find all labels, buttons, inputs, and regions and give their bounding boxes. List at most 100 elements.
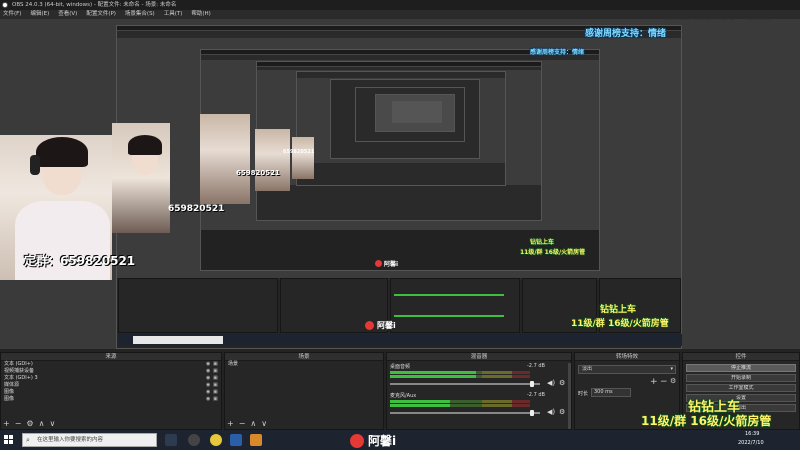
source-item-label: 视频捕获设备 [4, 368, 35, 374]
nested-webcam-4 [292, 137, 314, 179]
audio-meter [390, 400, 530, 403]
add-transition-icon[interactable]: + [650, 377, 658, 387]
volume-knob[interactable] [530, 381, 534, 387]
preview-canvas[interactable]: 感谢周榜支持：情绪 感谢周榜支持：情绪 感谢周榜支持：情绪 定群：6598205… [0, 19, 800, 349]
eye-icon[interactable]: ◉ [206, 390, 211, 395]
studio-mode-button[interactable]: 工作室模式 [686, 384, 796, 392]
scene-down-icon[interactable]: ∨ [261, 419, 267, 428]
menu-scene-collection[interactable]: 场景集合(S) [125, 10, 155, 19]
move-down-icon[interactable]: ∨ [49, 419, 55, 428]
transitions-dock-title: 转场特效 [575, 353, 679, 361]
source-settings-icon[interactable]: ⚙ [26, 419, 33, 428]
streamer-logo-icon-main [350, 433, 364, 448]
lock-icon[interactable]: ▣ [213, 390, 218, 395]
nested-preview-frame-8 [392, 101, 442, 123]
streamer-logo-icon [365, 321, 374, 330]
sources-dock: 来源 文本 (GDI+) ◉ ▣ 视频捕获设备 ◉ ▣ 文本 (GDI+) 3 ◉ ▣ 媒体… [0, 352, 222, 430]
transition-select[interactable]: 淡出 ▾ [578, 365, 676, 374]
controls-dock-title: 控件 [683, 353, 799, 361]
app-taskbar-icon-1[interactable] [210, 434, 222, 446]
streamer-name-echo: 阿馨i [377, 321, 396, 330]
remove-transition-icon[interactable]: − [660, 377, 668, 387]
task-view-icon[interactable] [165, 434, 177, 446]
mixer-dock: 混音器 桌面音频 -2.7 dB ◀) ⚙ 麦克风/Aux -2.7 dB ◀)… [386, 352, 572, 430]
source-item[interactable]: 图像 ◉ ▣ [1, 396, 221, 403]
eye-icon[interactable]: ◉ [206, 397, 211, 402]
volume-slider[interactable] [390, 410, 540, 416]
source-item[interactable]: 文本 (GDI+) ◉ ▣ [1, 361, 221, 368]
group-number-echo-2: 659820521 [236, 169, 280, 177]
taskbar-search-input[interactable]: ⌕ 在这里输入你要搜索的内容 [22, 433, 157, 447]
clock-date[interactable]: 2022/7/10 [738, 440, 764, 446]
mixer-track-desktop: 桌面音频 -2.7 dB ◀) ⚙ [387, 363, 571, 390]
source-item[interactable]: 视频捕获设备 ◉ ▣ [1, 368, 221, 375]
gear-icon[interactable]: ⚙ [559, 408, 565, 416]
eye-icon[interactable]: ◉ [206, 369, 211, 374]
move-up-icon[interactable]: ∧ [39, 419, 45, 428]
nested-webcam-2 [200, 114, 250, 204]
streamer-name-echo-2: 阿馨i [384, 261, 399, 268]
source-item[interactable]: 文本 (GDI+) 3 ◉ ▣ [1, 375, 221, 382]
streamer-name: 阿馨i [368, 434, 397, 448]
obs-taskbar-icon[interactable] [188, 434, 200, 446]
duration-input[interactable]: 300 ms [591, 388, 631, 397]
audio-meter [390, 375, 530, 378]
scene-item[interactable]: 场景 [225, 361, 383, 368]
taskbar: ⌕ 在这里输入你要搜索的内容 阿馨i 16:39 2022/7/10 [0, 430, 800, 450]
start-recording-button[interactable]: 开始录制 [686, 374, 796, 382]
scene-up-icon[interactable]: ∧ [250, 419, 256, 428]
volume-slider[interactable] [390, 381, 540, 387]
add-source-icon[interactable]: + [3, 419, 10, 428]
add-scene-icon[interactable]: + [227, 419, 234, 428]
menu-help[interactable]: 帮助(H) [191, 10, 210, 19]
promo-overlay-echo2-line2: 11级/群 16级/火箭房管 [520, 249, 586, 256]
transition-settings-icon[interactable]: ⚙ [670, 377, 676, 385]
menu-edit[interactable]: 编辑(E) [30, 10, 49, 19]
eye-icon[interactable]: ◉ [206, 383, 211, 388]
duration-label: 时长 [578, 391, 589, 397]
menu-tools[interactable]: 工具(T) [164, 10, 183, 19]
eye-icon[interactable]: ◉ [206, 362, 211, 367]
lock-icon[interactable]: ▣ [213, 383, 218, 388]
speaker-icon[interactable]: ◀) [547, 408, 555, 416]
lock-icon[interactable]: ▣ [213, 369, 218, 374]
lock-icon[interactable]: ▣ [213, 397, 218, 402]
streamer-badge: 阿馨i [350, 432, 396, 449]
webcam-echo [112, 123, 170, 233]
promo-overlay-echo-line2: 11级/群 16级/火箭房管 [571, 319, 669, 329]
streamer-badge-echo-2: 阿馨i [375, 259, 398, 268]
menu-profile[interactable]: 配置文件(P) [86, 10, 116, 19]
promo-overlay-echo-line1: 钻钻上车 [600, 305, 637, 315]
thanks-overlay-echo: 感谢周榜支持：情绪 [585, 29, 667, 39]
lock-icon[interactable]: ▣ [213, 362, 218, 367]
transition-selected: 淡出 [582, 366, 593, 372]
stop-streaming-button[interactable]: 停止推流 [686, 364, 796, 372]
thanks-overlay-echo-2: 感谢周榜支持：情绪 [530, 49, 585, 56]
app-taskbar-icon-3[interactable] [250, 434, 262, 446]
thanks-overlay: 感谢周榜支持：情绪 [662, 19, 770, 21]
lock-icon[interactable]: ▣ [213, 376, 218, 381]
remove-source-icon[interactable]: − [15, 419, 22, 428]
scene-item-label: 场景 [228, 361, 239, 367]
mixer-scrollbar[interactable] [568, 363, 571, 429]
nested-webcam-3 [255, 129, 290, 191]
mixer-dock-title: 混音器 [387, 353, 571, 361]
eye-icon[interactable]: ◉ [206, 376, 211, 381]
app-taskbar-icon-2[interactable] [230, 434, 242, 446]
scenes-dock-title: 场景 [225, 353, 383, 361]
track-db: -2.7 dB [527, 363, 545, 369]
source-item[interactable]: 媒体源 ◉ ▣ [1, 382, 221, 389]
sources-dock-title: 来源 [1, 353, 221, 361]
volume-knob[interactable] [530, 410, 534, 416]
gear-icon[interactable]: ⚙ [559, 379, 565, 387]
search-placeholder: 在这里输入你要搜索的内容 [37, 437, 104, 443]
source-item[interactable]: 图像 ◉ ▣ [1, 389, 221, 396]
group-overlay: 定群：659820521 [24, 254, 136, 268]
clock-time[interactable]: 16:39 [745, 431, 759, 437]
windows-start-icon[interactable] [4, 435, 14, 445]
remove-scene-icon[interactable]: − [239, 419, 246, 428]
menu-file[interactable]: 文件(F) [3, 10, 21, 19]
menu-view[interactable]: 查看(V) [58, 10, 77, 19]
chevron-down-icon: ▾ [670, 366, 673, 372]
speaker-icon[interactable]: ◀) [547, 379, 555, 387]
